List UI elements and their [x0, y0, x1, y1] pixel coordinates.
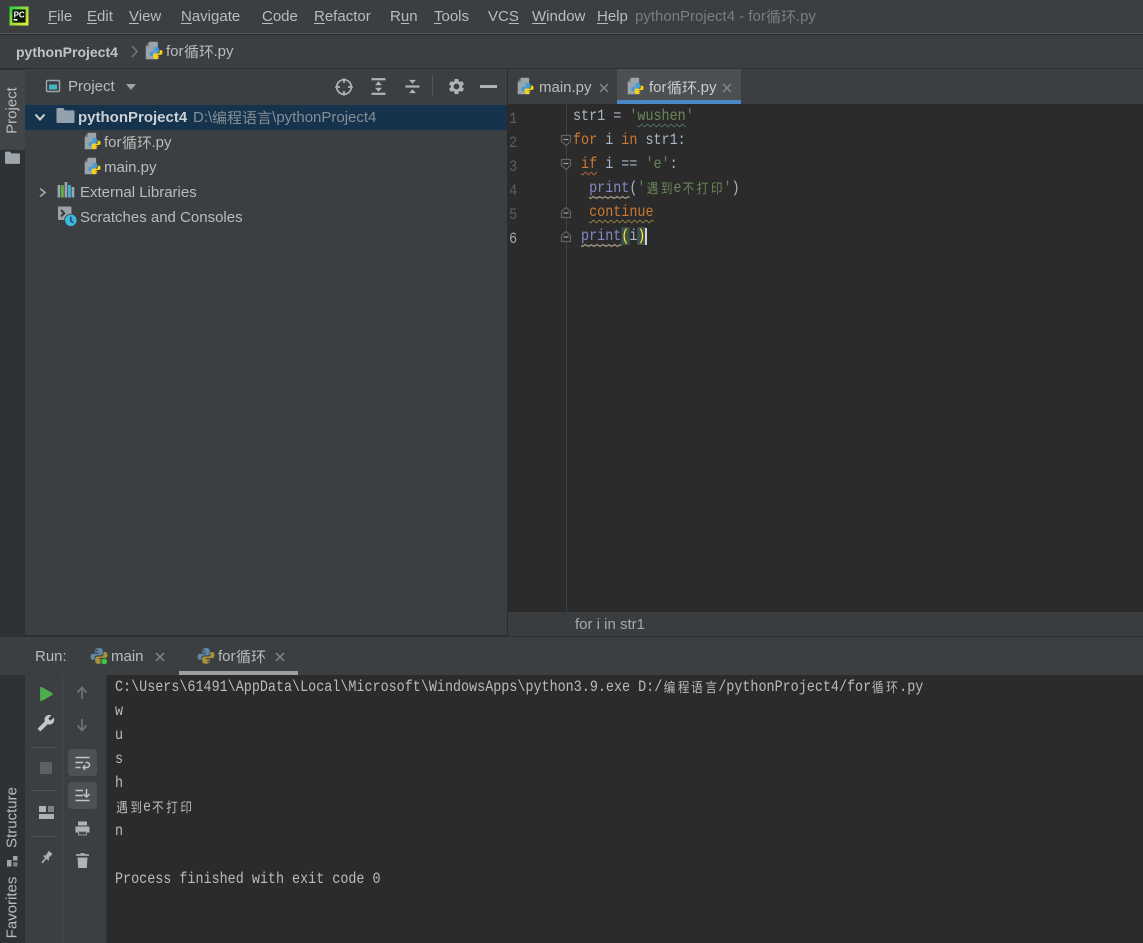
svg-text:PC: PC [14, 10, 25, 19]
